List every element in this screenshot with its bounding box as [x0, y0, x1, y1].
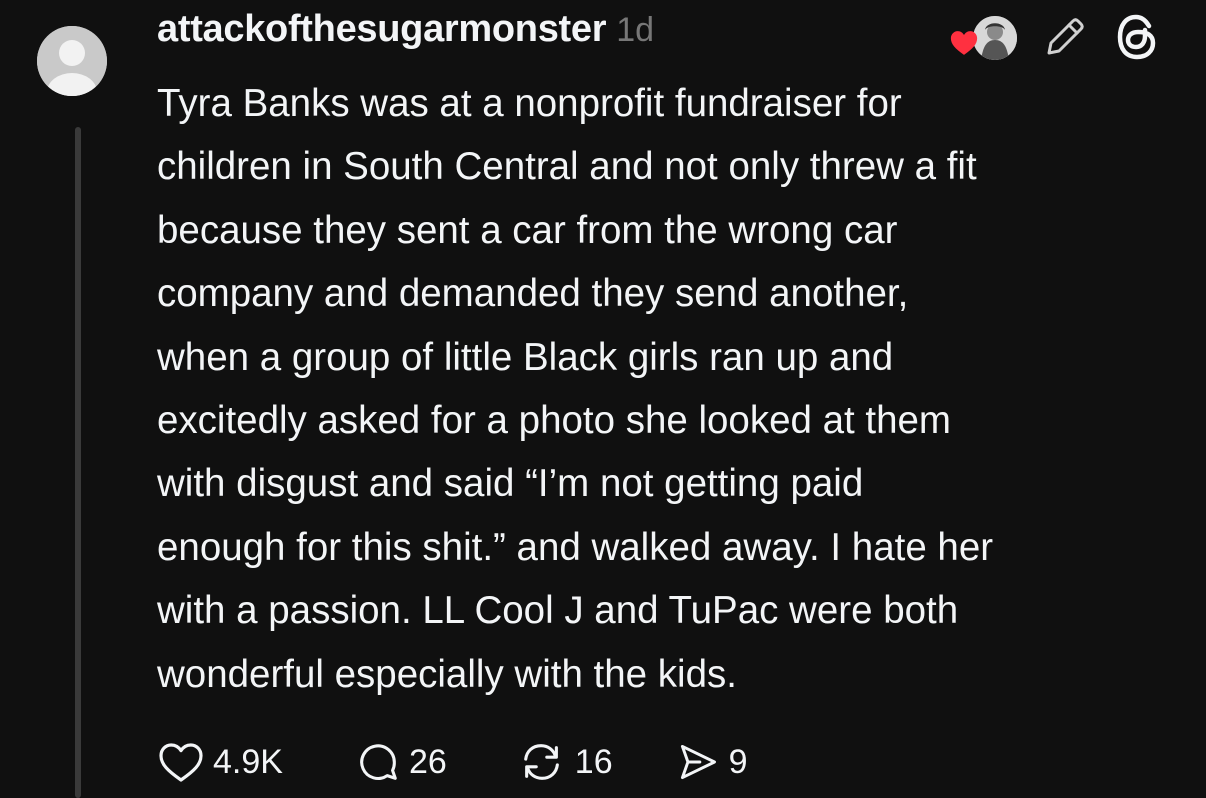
speech-bubble-icon: [360, 744, 397, 780]
pencil-icon[interactable]: [1040, 12, 1090, 62]
thread-connector-line: [75, 127, 81, 798]
like-button[interactable]: 4.9K: [157, 740, 283, 784]
post-header: attackofthesugarmonster 1d: [157, 8, 654, 60]
send-icon: [680, 744, 716, 780]
share-button[interactable]: 9: [675, 740, 748, 784]
repost-count: 16: [574, 742, 613, 781]
post-timestamp: 1d: [616, 11, 655, 49]
repost-button[interactable]: 16: [517, 739, 613, 785]
author-avatar[interactable]: [37, 26, 107, 96]
threads-logo-icon[interactable]: [1114, 12, 1160, 62]
share-count: 9: [728, 742, 748, 781]
default-avatar-icon: [37, 26, 107, 96]
like-count: 4.9K: [213, 742, 283, 781]
post-action-bar: 4.9K 26 16 9: [157, 736, 748, 788]
post-body-text: Tyra Banks was at a nonprofit fundraiser…: [157, 82, 994, 696]
author-username[interactable]: attackofthesugarmonster: [157, 8, 607, 51]
repost-arrows-icon: [523, 744, 559, 780]
heart-badge-icon: [950, 31, 978, 55]
reply-count: 26: [408, 742, 447, 781]
liked-by-indicator[interactable]: [949, 14, 1023, 62]
reply-button[interactable]: 26: [355, 739, 447, 785]
heart-outline-icon: [159, 743, 203, 782]
